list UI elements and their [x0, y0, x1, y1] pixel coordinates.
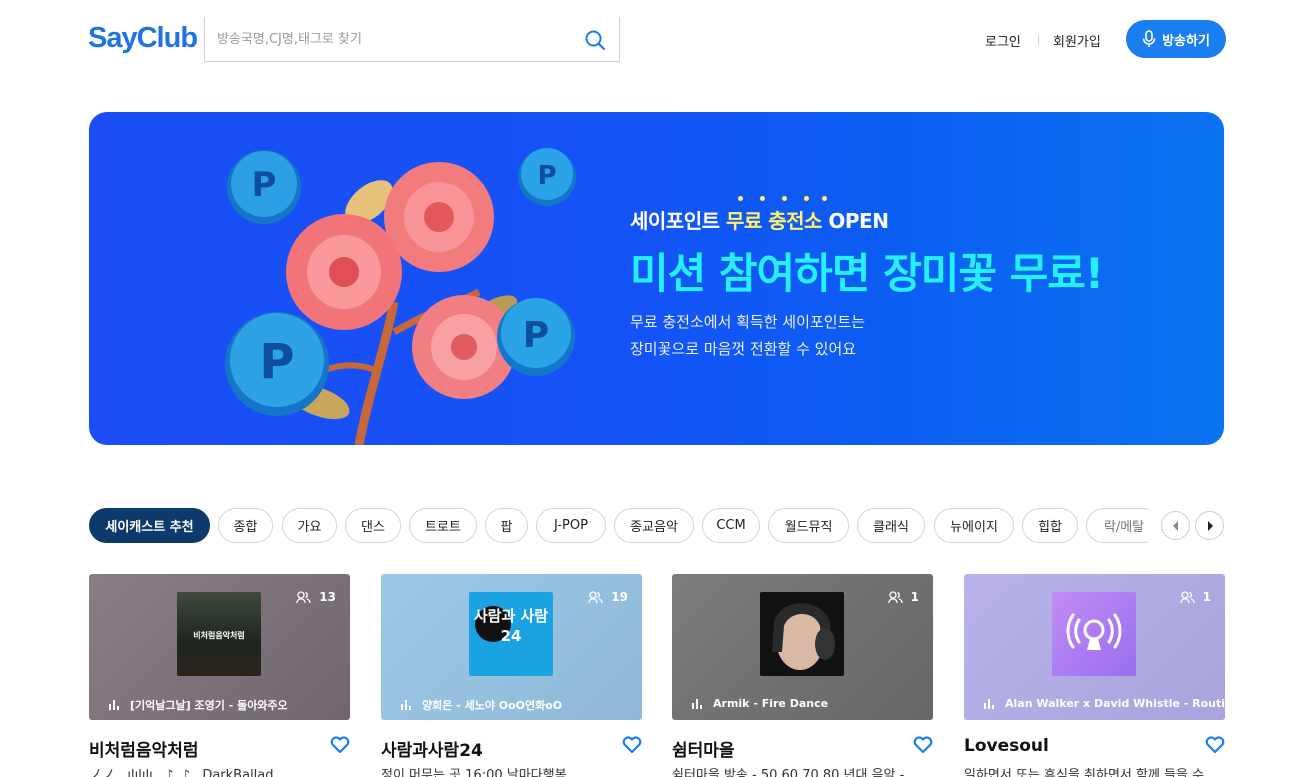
search-box [204, 17, 620, 62]
category-chip[interactable]: 가요 [282, 508, 337, 543]
now-playing-text: Armik - Fire Dance [713, 697, 829, 710]
station-card[interactable]: 1 Alan Walker x David Whistle - Routine … [964, 574, 1225, 777]
station-title[interactable]: 사람과사람24 [381, 736, 483, 761]
listeners-icon [296, 590, 311, 603]
category-chip[interactable]: 락/메탈 [1086, 508, 1149, 543]
station-artwork [1052, 592, 1136, 676]
highlight-dots [736, 196, 827, 202]
listeners-icon [887, 590, 903, 603]
category-chip[interactable]: 트로트 [409, 508, 477, 543]
favorite-heart-icon[interactable] [622, 736, 642, 754]
equalizer-icon [692, 698, 702, 709]
search-icon[interactable] [583, 28, 607, 52]
listener-count: 1 [887, 590, 919, 604]
chips-prev-button[interactable] [1161, 511, 1190, 540]
station-description: ノノ...ılılılı...♪..♪.. DarkBallad [89, 768, 274, 777]
now-playing: 양희은 - 세노야 OoO연화oO [401, 697, 562, 713]
listener-count: 19 [588, 590, 628, 604]
category-chip[interactable]: CCM [702, 508, 760, 543]
listener-count-value: 13 [319, 590, 336, 604]
favorite-heart-icon[interactable] [1205, 736, 1225, 754]
equalizer-icon [109, 700, 119, 710]
now-playing-text: 양희은 - 세노야 OoO연화oO [422, 699, 563, 712]
station-thumbnail[interactable]: 사람과 사람24 19 양희은 - 세노야 OoO연화oO [381, 574, 642, 720]
chips-next-button[interactable] [1195, 511, 1224, 540]
now-playing: Armik - Fire Dance [692, 697, 828, 710]
now-playing: Alan Walker x David Whistle - Routine [984, 697, 1225, 710]
equalizer-icon [401, 700, 411, 710]
promo-banner[interactable]: P P P P 세이포인트 무료 충전소 OPEN 미션 참여하면 장미꽃 무료… [89, 112, 1224, 445]
category-chip[interactable]: 월드뮤직 [768, 508, 849, 543]
nav-divider [1038, 35, 1039, 45]
listener-count: 1 [1179, 590, 1211, 604]
banner-description: 무료 충전소에서 획득한 세이포인트는 장미꽃으로 마음껏 전환할 수 있어요 [630, 309, 865, 363]
favorite-heart-icon[interactable] [913, 736, 933, 754]
station-card[interactable]: 1 Armik - Fire Dance 쉼터마을 쉼터마을 방송 - 50 6… [672, 574, 933, 777]
roses-and-coins-illustration: P P P P [225, 148, 576, 445]
category-chip[interactable]: 뉴에이지 [934, 508, 1014, 543]
station-description: 정이 머무는 곳 16:00 날마다행복 [381, 768, 567, 777]
signup-link[interactable]: 회원가입 [1053, 31, 1101, 50]
svg-text:P: P [259, 334, 294, 390]
listener-count-value: 1 [910, 590, 919, 604]
favorite-heart-icon[interactable] [330, 736, 350, 754]
station-artwork: 사람과 사람24 [469, 592, 553, 676]
station-thumbnail[interactable]: 1 Alan Walker x David Whistle - Routine [964, 574, 1225, 720]
chevron-left-icon [1172, 520, 1178, 531]
search-input[interactable] [217, 28, 577, 50]
station-description: 쉼터마을 방송 - 50 60 70 80 년대 음악 - [672, 768, 905, 777]
svg-text:P: P [523, 315, 549, 356]
station-artwork: 비처럼음악처럼 [177, 592, 261, 676]
station-title[interactable]: 쉼터마을 [672, 736, 735, 761]
listeners-icon [588, 590, 603, 603]
category-chip-recommended[interactable]: 세이캐스트 추천 [89, 508, 210, 543]
broadcast-button-label: 방송하기 [1162, 33, 1210, 49]
station-title[interactable]: 비처럼음악처럼 [89, 736, 198, 761]
category-tabs: 세이캐스트 추천 종합 가요 댄스 트로트 팝 J-POP 종교음악 CCM 월… [89, 508, 1149, 544]
microphone-icon [1142, 30, 1156, 47]
station-card[interactable]: 비처럼음악처럼 13 [기억날그날] 조영기 - 돌아와주오 비처럼음악처럼 ノ… [89, 574, 350, 777]
now-playing-text: Alan Walker x David Whistle - Routine [1005, 697, 1225, 710]
svg-text:P: P [252, 165, 277, 205]
category-chip[interactable]: 댄스 [345, 508, 401, 543]
category-chip[interactable]: 클래식 [857, 508, 925, 543]
now-playing: [기억날그날] 조영기 - 돌아와주오 [109, 697, 288, 713]
site-header: SayClub 로그인 회원가입 방송하기 [0, 0, 1299, 80]
station-description: 일하면서 또는 휴식을 취하면서 함께 들을 수 [964, 768, 1205, 777]
station-artwork [760, 592, 844, 676]
category-chip[interactable]: 종합 [218, 508, 273, 543]
listeners-icon [1179, 590, 1195, 603]
station-thumbnail[interactable]: 비처럼음악처럼 13 [기억날그날] 조영기 - 돌아와주오 [89, 574, 350, 720]
listener-count-value: 1 [1202, 590, 1211, 604]
station-thumbnail[interactable]: 1 Armik - Fire Dance [672, 574, 933, 720]
point-coin-icon: P [227, 150, 301, 224]
sayclub-logo[interactable]: SayClub [88, 22, 198, 55]
banner-subtitle: 세이포인트 무료 충전소 OPEN [630, 209, 889, 233]
login-link[interactable]: 로그인 [985, 31, 1021, 50]
listener-count-value: 19 [611, 590, 628, 604]
category-chip[interactable]: 종교음악 [614, 508, 694, 543]
artwork-text: 사람과 사람24 [473, 607, 549, 645]
station-card[interactable]: 사람과 사람24 19 양희은 - 세노야 OoO연화oO 사람과사람24 정이… [381, 574, 642, 777]
station-title[interactable]: Lovesoul [964, 736, 1049, 756]
broadcast-profile-icon [1066, 613, 1122, 650]
category-chip[interactable]: 팝 [485, 508, 528, 543]
artwork-text: 비처럼음악처럼 [193, 631, 245, 640]
equalizer-icon [984, 698, 994, 709]
now-playing-text: [기억날그날] 조영기 - 돌아와주오 [130, 699, 288, 712]
svg-text:P: P [537, 161, 556, 191]
banner-desc-line: 장미꽃으로 마음껏 전환할 수 있어요 [630, 340, 857, 358]
category-chip[interactable]: 힙합 [1022, 508, 1078, 543]
banner-desc-line: 무료 충전소에서 획득한 세이포인트는 [630, 313, 866, 331]
category-chip[interactable]: J-POP [536, 508, 606, 543]
headphones-portrait-image [760, 592, 844, 676]
listener-count: 13 [296, 590, 336, 604]
broadcast-button[interactable]: 방송하기 [1126, 20, 1226, 58]
chevron-right-icon [1207, 520, 1213, 531]
banner-title: 미션 참여하면 장미꽃 무료! [630, 249, 1104, 298]
